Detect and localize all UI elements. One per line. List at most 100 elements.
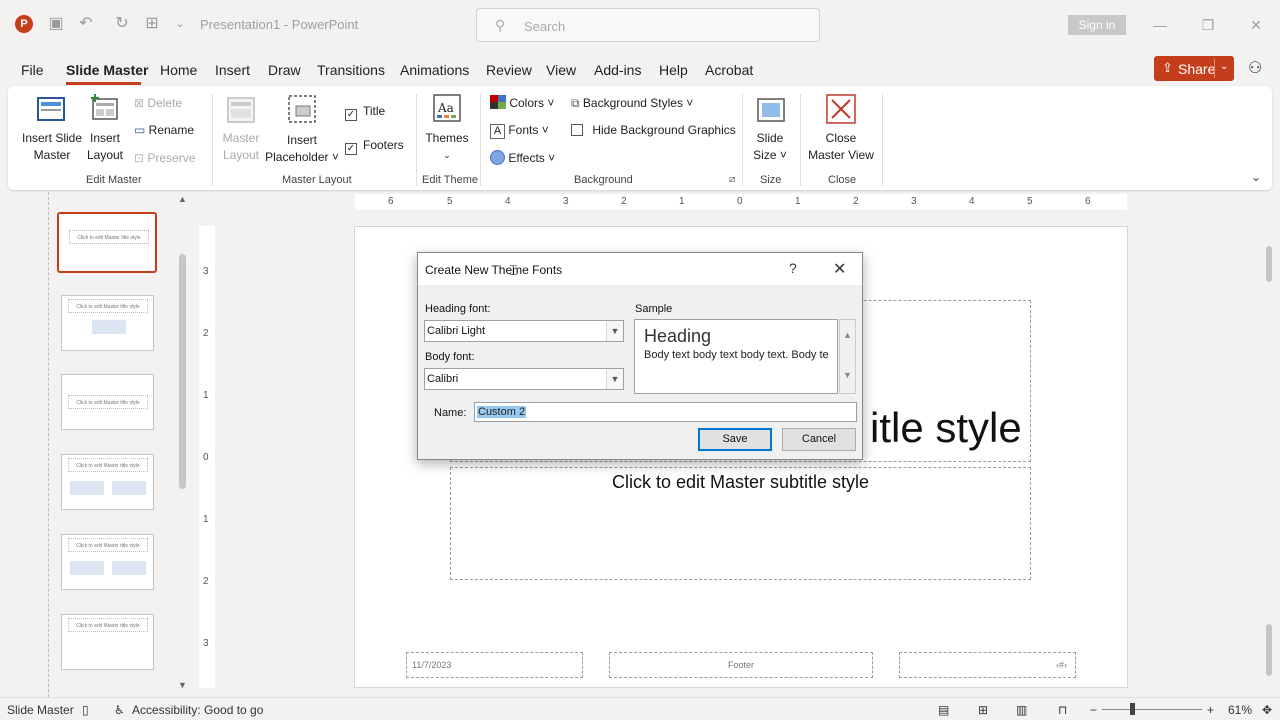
scroll-down-arrow-icon[interactable]: ▼ xyxy=(843,370,852,380)
tab-review[interactable]: Review xyxy=(486,62,532,78)
zoom-in-icon[interactable]: + xyxy=(1207,703,1214,717)
normal-view-icon[interactable]: ▤ xyxy=(938,703,949,717)
insert-slide-master-button[interactable]: Insert Slide Master xyxy=(20,130,84,164)
thumbnail-title: Click to edit Master title style xyxy=(68,538,148,552)
customize-quick-access-icon[interactable]: ⌄ xyxy=(170,14,190,34)
scroll-down-arrow-icon[interactable]: ▼ xyxy=(178,680,187,690)
ruler-number: 2 xyxy=(621,196,627,207)
slide-scrollbar[interactable] xyxy=(1262,194,1276,688)
scroll-up-arrow-icon[interactable]: ▲ xyxy=(843,330,852,340)
save-button[interactable]: Save xyxy=(698,428,772,451)
zoom-level[interactable]: 61% xyxy=(1228,703,1252,717)
slide-show-icon[interactable]: ⊓ xyxy=(1058,703,1067,717)
tab-home[interactable]: Home xyxy=(160,62,197,78)
present-icon[interactable]: ⊞ xyxy=(142,14,162,34)
restore-icon[interactable]: ❐ xyxy=(1198,15,1218,35)
fonts-button[interactable]: A Fonts ˅ xyxy=(490,122,549,139)
chevron-down-icon[interactable]: ▼ xyxy=(606,321,623,341)
colors-button[interactable]: Colors ˅ xyxy=(490,95,554,111)
horizontal-ruler: 6 5 4 3 2 1 0 1 2 3 4 5 6 xyxy=(355,194,1127,210)
tab-file[interactable]: File xyxy=(21,62,44,78)
rename-button[interactable]: ▭ Rename xyxy=(134,122,194,138)
accessibility-icon[interactable]: ♿︎ xyxy=(114,703,125,717)
scroll-up-arrow-icon[interactable]: ▲ xyxy=(178,194,187,204)
redo-icon[interactable]: ↻ xyxy=(112,14,132,34)
share-label: Share xyxy=(1178,61,1216,77)
tab-animations[interactable]: Animations xyxy=(400,62,469,78)
preserve-icon: ⊡ xyxy=(134,151,148,165)
close-master-view-button[interactable]: Close Master View xyxy=(804,130,878,164)
footers-check-icon: ✓ xyxy=(345,143,357,155)
insert-slide-master-label-1: Insert Slide xyxy=(21,131,83,145)
sample-scrollbar[interactable]: ▲ ▼ xyxy=(839,319,856,394)
body-font-select[interactable]: Calibri ▼ xyxy=(424,368,624,390)
body-font-label: Body font: xyxy=(425,351,475,363)
accessibility-status[interactable]: Accessibility: Good to go xyxy=(132,703,263,717)
insert-layout-label-1: Insert xyxy=(89,131,120,145)
close-icon[interactable]: ✕ xyxy=(833,259,846,279)
master-layout-button[interactable]: Master Layout xyxy=(218,130,264,164)
save-icon[interactable]: ▣ xyxy=(46,14,66,34)
group-separator xyxy=(212,94,213,186)
scrollbar-thumb[interactable] xyxy=(1266,246,1272,282)
slide-size-label-1: Slide xyxy=(756,131,784,145)
slide-size-button[interactable]: Slide Size ˅ xyxy=(748,130,792,164)
minimize-icon[interactable]: — xyxy=(1150,15,1170,35)
footers-checkbox[interactable]: ✓ Footers xyxy=(345,137,404,155)
preserve-button[interactable]: ⊡ Preserve xyxy=(134,150,195,166)
delete-button[interactable]: ⊠ Delete xyxy=(134,95,182,111)
scrollbar-thumb[interactable] xyxy=(179,254,186,489)
tab-add-ins[interactable]: Add-ins xyxy=(594,62,641,78)
comments-person-icon[interactable]: ⚇ xyxy=(1248,58,1262,78)
layout-thumbnail-1[interactable]: Click to edit Master title style xyxy=(61,295,154,351)
tab-acrobat[interactable]: Acrobat xyxy=(705,62,753,78)
dialog-launcher-icon[interactable]: ⧄ xyxy=(729,174,735,185)
zoom-slider-track[interactable] xyxy=(1102,709,1202,710)
chevron-down-icon[interactable]: ▼ xyxy=(606,369,623,389)
insert-layout-button[interactable]: Insert Layout xyxy=(84,130,126,164)
master-layout-icon xyxy=(227,97,255,123)
effects-button[interactable]: Effects ˅ xyxy=(490,150,555,166)
layout-thumbnail-3[interactable]: Click to edit Master title style xyxy=(61,454,154,510)
dialog-title: Create New Theme Fonts xyxy=(425,263,563,277)
layout-thumbnail-2[interactable]: Click to edit Master title style xyxy=(61,374,154,430)
slide-sorter-icon[interactable]: ⊞ xyxy=(978,703,988,717)
cancel-button[interactable]: Cancel xyxy=(782,428,856,451)
thumbnail-scrollbar[interactable]: ▲ ▼ xyxy=(176,192,190,692)
tab-insert[interactable]: Insert xyxy=(215,62,250,78)
slide-number-placeholder[interactable] xyxy=(899,652,1076,678)
title-checkbox[interactable]: ✓ Title xyxy=(345,103,385,121)
zoom-out-icon[interactable]: − xyxy=(1090,703,1097,717)
search-input[interactable]: ⚲ Search xyxy=(476,8,820,42)
chevron-down-icon[interactable]: ⌄ xyxy=(1220,61,1228,72)
slide-master-thumbnail[interactable]: Click to edit Master title style xyxy=(57,212,157,273)
ruler-number: 1 xyxy=(795,196,801,207)
insert-placeholder-button[interactable]: Insert Placeholder ˅ xyxy=(262,132,342,166)
reading-view-icon[interactable]: ▥ xyxy=(1016,703,1027,717)
scrollbar-lower-thumb[interactable] xyxy=(1266,624,1272,676)
help-icon[interactable]: ? xyxy=(789,260,797,276)
ribbon-collapse-chevron-icon[interactable]: ⌄ xyxy=(1251,170,1261,184)
heading-font-select[interactable]: Calibri Light ▼ xyxy=(424,320,624,342)
zoom-slider-thumb[interactable] xyxy=(1130,703,1135,715)
background-styles-button[interactable]: ⧉ Background Styles ˅ xyxy=(571,95,693,111)
layout-thumbnail-5[interactable]: Click to edit Master title style xyxy=(61,614,154,670)
sign-in-button[interactable]: Sign in xyxy=(1068,15,1126,35)
tab-transitions[interactable]: Transitions xyxy=(317,62,385,78)
close-window-icon[interactable]: ✕ xyxy=(1246,15,1266,35)
tab-help[interactable]: Help xyxy=(659,62,688,78)
tab-draw[interactable]: Draw xyxy=(268,62,301,78)
spelling-book-icon[interactable]: ▯ xyxy=(82,703,89,717)
layout-thumbnail-4[interactable]: Click to edit Master title style xyxy=(61,534,154,590)
share-button[interactable]: ⇪ Share ⌄ xyxy=(1154,56,1234,81)
hide-background-graphics-checkbox[interactable]: Hide Background Graphics xyxy=(571,122,736,138)
body-font-value: Calibri xyxy=(427,373,459,385)
tab-view[interactable]: View xyxy=(546,62,576,78)
name-input[interactable]: Custom 2 xyxy=(474,402,857,422)
fit-to-window-icon[interactable]: ✥ xyxy=(1262,703,1272,717)
undo-icon[interactable]: ↶ xyxy=(76,14,96,34)
background-styles-icon: ⧉ xyxy=(571,96,583,110)
tab-slide-master[interactable]: Slide Master xyxy=(66,62,148,78)
thumbnail-content-graphic xyxy=(92,320,126,334)
themes-button[interactable]: Themes ⌄ xyxy=(424,130,470,164)
